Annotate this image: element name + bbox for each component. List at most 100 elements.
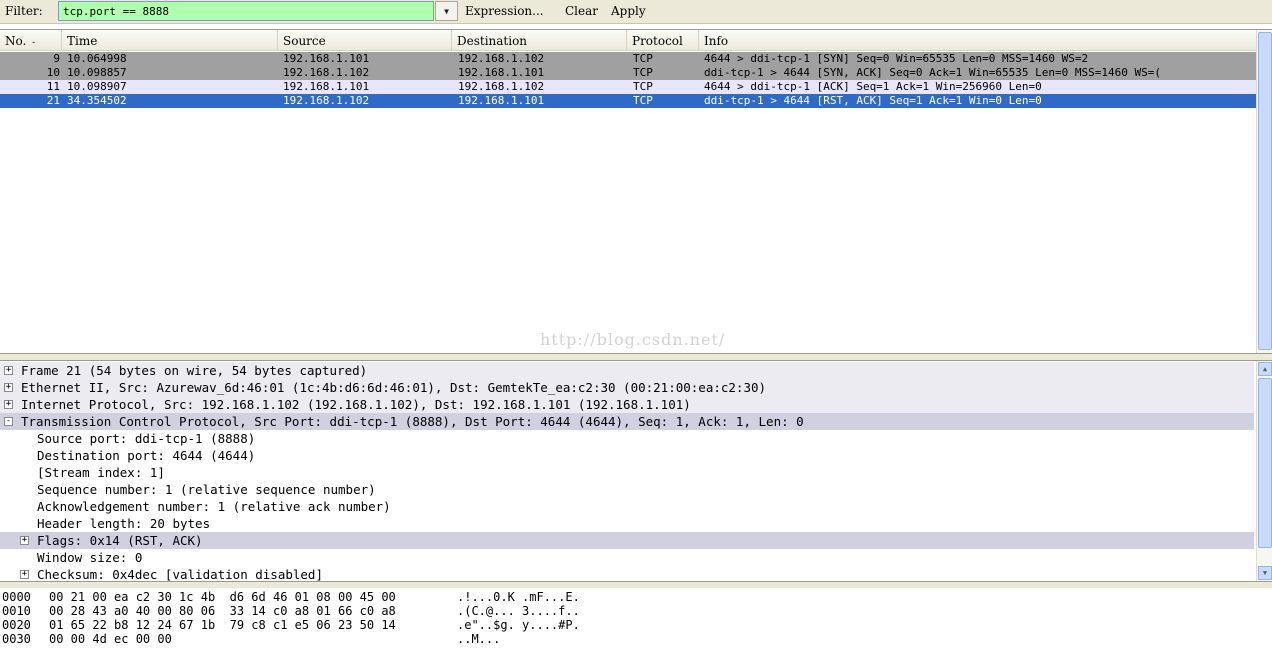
clear-button[interactable]: Clear: [565, 4, 598, 18]
detail-tree-item[interactable]: Destination port: 4644 (4644): [0, 447, 1254, 464]
column-header-source[interactable]: Source: [278, 30, 452, 51]
hex-row[interactable]: 0020 01 65 22 b8 12 24 67 1b 79 c8 c1 e5 …: [0, 618, 1272, 632]
column-header-no[interactable]: No. -: [0, 30, 62, 51]
filter-input[interactable]: [58, 1, 434, 21]
column-header-info[interactable]: Info: [699, 30, 1256, 51]
detail-tree-item[interactable]: + Checksum: 0x4dec [validation disabled]: [0, 566, 1254, 582]
packet-cell-info: ddi-tcp-1 > 4644 [SYN, ACK] Seq=0 Ack=1 …: [704, 66, 1161, 79]
expand-plus-icon[interactable]: +: [4, 366, 13, 375]
packet-cell-time: 10.098857: [67, 66, 127, 79]
hex-bytes: 00 28 43 a0 40 00 80 06 33 14 c0 a8 01 6…: [49, 604, 396, 618]
packet-cell-protocol: TCP: [633, 94, 653, 107]
filter-label: Filter:: [5, 4, 43, 18]
packet-bytes-pane: 0000 00 21 00 ea c2 30 1c 4b d6 6d 46 01 …: [0, 588, 1272, 657]
packet-cell-protocol: TCP: [633, 52, 653, 65]
packet-cell-source: 192.168.1.101: [283, 80, 370, 93]
expand-plus-icon[interactable]: +: [4, 400, 13, 409]
detail-tree-label: [Stream index: 1]: [37, 465, 165, 480]
detail-tree-label: Sequence number: 1 (relative sequence nu…: [37, 482, 376, 497]
filter-history-dropdown[interactable]: ▼: [435, 1, 458, 21]
hex-bytes: 00 21 00 ea c2 30 1c 4b d6 6d 46 01 08 0…: [49, 590, 396, 604]
packet-cell-protocol: TCP: [633, 66, 653, 79]
expression-button[interactable]: Expression...: [465, 4, 544, 18]
detail-tree-label: Frame 21 (54 bytes on wire, 54 bytes cap…: [21, 363, 368, 378]
detail-tree-item[interactable]: Acknowledgement number: 1 (relative ack …: [0, 498, 1254, 515]
details-scroll-thumb[interactable]: [1258, 378, 1272, 548]
detail-tree-label: Header length: 20 bytes: [37, 516, 211, 531]
packet-list-scrollbar[interactable]: [1256, 30, 1272, 353]
packet-cell-no: 10: [46, 66, 60, 79]
packet-row[interactable]: 21 34.354502 192.168.1.102 192.168.1.101 TCP…: [0, 94, 1256, 108]
packet-cell-destination: 192.168.1.102: [458, 80, 545, 93]
packet-cell-destination: 192.168.1.101: [458, 94, 545, 107]
hex-offset: 0030: [2, 632, 31, 646]
hex-ascii: .!...0.K .mF...E.: [457, 590, 580, 604]
detail-tree-item[interactable]: [Stream index: 1]: [0, 464, 1254, 481]
collapse-minus-icon[interactable]: -: [4, 417, 13, 426]
details-scrollbar[interactable]: ▲ ▼: [1256, 361, 1272, 581]
hex-offset: 0020: [2, 618, 31, 632]
scroll-up-icon[interactable]: ▲: [1258, 362, 1272, 376]
hex-ascii: .(C.@... 3....f..: [457, 604, 580, 618]
detail-tree-label: Checksum: 0x4dec [validation disabled]: [37, 567, 323, 582]
chevron-down-icon: ▼: [444, 6, 449, 16]
expand-plus-icon[interactable]: +: [4, 383, 13, 392]
hex-offset: 0000: [2, 590, 31, 604]
packet-cell-destination: 192.168.1.101: [458, 66, 545, 79]
filter-toolbar: Filter: ▼ Expression... Clear Apply: [0, 0, 1272, 24]
packet-cell-source: 192.168.1.101: [283, 52, 370, 65]
packet-list-header: No. - Time Source Destination Protocol I…: [0, 30, 1256, 51]
packet-list-pane: No. - Time Source Destination Protocol I…: [0, 29, 1272, 354]
detail-tree-item[interactable]: + Flags: 0x14 (RST, ACK): [0, 532, 1254, 549]
detail-tree-label: Flags: 0x14 (RST, ACK): [37, 533, 203, 548]
expand-plus-icon[interactable]: +: [20, 536, 29, 545]
detail-tree-label: Destination port: 4644 (4644): [37, 448, 256, 463]
hex-row[interactable]: 0000 00 21 00 ea c2 30 1c 4b d6 6d 46 01 …: [0, 590, 1272, 604]
detail-tree-item[interactable]: + Frame 21 (54 bytes on wire, 54 bytes ca…: [0, 362, 1254, 379]
detail-tree-label: Window size: 0: [37, 550, 143, 565]
scroll-down-icon[interactable]: ▼: [1258, 566, 1272, 580]
packet-row[interactable]: 11 10.098907 192.168.1.101 192.168.1.102 TCP…: [0, 80, 1256, 94]
packet-cell-no: 9: [53, 52, 60, 65]
packet-row[interactable]: 9 10.064998 192.168.1.101 192.168.1.102 TCP 4…: [0, 52, 1256, 66]
packet-details-pane: + Frame 21 (54 bytes on wire, 54 bytes ca…: [0, 360, 1272, 582]
detail-tree-label: Source port: ddi-tcp-1 (8888): [37, 431, 256, 446]
apply-button[interactable]: Apply: [611, 4, 646, 18]
detail-tree-item[interactable]: Sequence number: 1 (relative sequence nu…: [0, 481, 1254, 498]
detail-tree-item[interactable]: + Internet Protocol, Src: 192.168.1.102 (…: [0, 396, 1254, 413]
detail-tree-label: Acknowledgement number: 1 (relative ack …: [37, 499, 391, 514]
sort-indicator-icon: -: [32, 38, 36, 48]
hex-row[interactable]: 0030 00 00 4d ec 00 00 ..M...: [0, 632, 1272, 646]
column-header-destination[interactable]: Destination: [452, 30, 627, 51]
column-header-time[interactable]: Time: [62, 30, 278, 51]
hex-offset: 0010: [2, 604, 31, 618]
column-header-protocol[interactable]: Protocol: [627, 30, 699, 51]
hex-row[interactable]: 0010 00 28 43 a0 40 00 80 06 33 14 c0 a8 …: [0, 604, 1272, 618]
packet-cell-no: 11: [46, 80, 60, 93]
detail-tree-label: Internet Protocol, Src: 192.168.1.102 (1…: [21, 397, 691, 412]
packet-cell-source: 192.168.1.102: [283, 66, 370, 79]
detail-tree-item[interactable]: + Ethernet II, Src: Azurewav_6d:46:01 (1c…: [0, 379, 1254, 396]
packet-cell-source: 192.168.1.102: [283, 94, 370, 107]
hex-bytes: 00 00 4d ec 00 00: [49, 632, 172, 646]
expand-plus-icon[interactable]: +: [20, 570, 29, 579]
packet-cell-info: 4644 > ddi-tcp-1 [ACK] Seq=1 Ack=1 Win=2…: [704, 80, 1042, 93]
hex-bytes: 01 65 22 b8 12 24 67 1b 79 c8 c1 e5 06 2…: [49, 618, 396, 632]
hex-ascii: .e"..$g. y....#P.: [457, 618, 580, 632]
packet-cell-protocol: TCP: [633, 80, 653, 93]
packet-cell-time: 10.098907: [67, 80, 127, 93]
detail-tree-item[interactable]: Header length: 20 bytes: [0, 515, 1254, 532]
packet-row[interactable]: 10 10.098857 192.168.1.102 192.168.1.101 TCP…: [0, 66, 1256, 80]
packet-cell-time: 10.064998: [67, 52, 127, 65]
detail-tree-label: Transmission Control Protocol, Src Port:…: [21, 414, 804, 429]
packet-cell-time: 34.354502: [67, 94, 127, 107]
packet-cell-info: 4644 > ddi-tcp-1 [SYN] Seq=0 Win=65535 L…: [704, 52, 1089, 65]
detail-tree-item[interactable]: - Transmission Control Protocol, Src Port…: [0, 413, 1254, 430]
detail-tree-label: Ethernet II, Src: Azurewav_6d:46:01 (1c:…: [21, 380, 767, 395]
hex-ascii: ..M...: [457, 632, 501, 646]
packet-list-scroll-thumb[interactable]: [1258, 32, 1272, 350]
watermark: http://blog.csdn.net/: [540, 330, 726, 349]
packet-cell-info: ddi-tcp-1 > 4644 [RST, ACK] Seq=1 Ack=1 …: [704, 94, 1042, 107]
detail-tree-item[interactable]: Window size: 0: [0, 549, 1254, 566]
detail-tree-item[interactable]: Source port: ddi-tcp-1 (8888): [0, 430, 1254, 447]
